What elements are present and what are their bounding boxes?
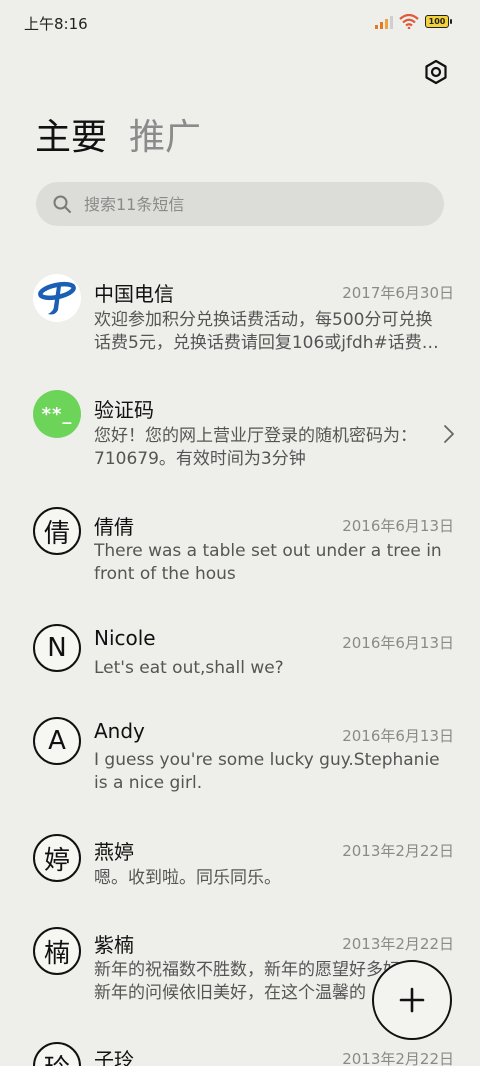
thread-date: 2016年6月13日 — [342, 727, 454, 745]
compose-button[interactable] — [372, 960, 452, 1040]
thread-item[interactable]: **_ 验证码 您好！您的网上营业厅登录的随机密码为：710679。有效时间为3… — [0, 388, 480, 488]
avatar: A — [33, 717, 81, 765]
thread-date: 2013年2月22日 — [342, 935, 454, 953]
settings-hex-icon — [425, 59, 447, 85]
battery-icon: 100 — [425, 15, 452, 28]
avatar-telecom-logo — [33, 274, 81, 322]
thread-item[interactable]: 婷 燕婷 2013年2月22日 嗯。收到啦。同乐同乐。 — [0, 832, 480, 912]
battery-label: 100 — [428, 17, 446, 26]
thread-item[interactable]: 倩 倩倩 2016年6月13日 There was a table set ou… — [0, 505, 480, 605]
thread-date: 2013年2月22日 — [342, 842, 454, 860]
thread-preview: 嗯。收到啦。同乐同乐。 — [94, 868, 281, 888]
thread-name: 燕婷 — [94, 840, 134, 864]
tab-promotions[interactable]: 推广 — [129, 112, 201, 164]
thread-name: Nicole — [94, 626, 156, 650]
thread-item[interactable]: 中国电信 2017年6月30日 欢迎参加积分兑换话费活动，每500分可兑换话费5… — [0, 272, 480, 372]
thread-preview: I guess you're some lucky guy.Stephanie … — [94, 750, 440, 793]
thread-date: 2013年2月22日 — [342, 1050, 454, 1066]
avatar: N — [33, 624, 81, 672]
thread-name: 子玲 — [94, 1048, 134, 1066]
search-input[interactable] — [82, 193, 406, 215]
thread-date: 2016年6月13日 — [342, 634, 454, 652]
thread-item[interactable]: 玲 子玲 2013年2月22日 — [0, 1040, 480, 1066]
chevron-right-icon[interactable] — [442, 424, 456, 444]
avatar-code: **_ — [33, 390, 81, 438]
telecom-logo-icon — [34, 275, 80, 321]
thread-name: 紫楠 — [94, 933, 134, 957]
tab-bar: 主要 推广 — [35, 112, 201, 164]
thread-preview: Let's eat out,shall we? — [94, 658, 284, 678]
plus-icon — [399, 987, 425, 1013]
search-icon — [53, 195, 71, 213]
thread-name: Andy — [94, 719, 145, 743]
thread-preview: 您好！您的网上营业厅登录的随机密码为：710679。有效时间为3分钟 — [94, 426, 417, 469]
thread-date: 2016年6月13日 — [342, 517, 454, 535]
thread-name: 验证码 — [94, 398, 154, 422]
avatar: 倩 — [33, 507, 81, 555]
thread-preview: 欢迎参加积分兑换话费活动，每500分可兑换话费5元，兑换话费请回复106或jfd… — [94, 310, 439, 353]
avatar: 玲 — [33, 1042, 81, 1066]
thread-item[interactable]: A Andy 2016年6月13日 I guess you're some lu… — [0, 715, 480, 815]
status-icons: 100 — [375, 14, 452, 29]
wifi-icon — [399, 14, 419, 29]
thread-name: 中国电信 — [94, 282, 174, 306]
tab-primary[interactable]: 主要 — [35, 112, 107, 164]
thread-preview: There was a table set out under a tree i… — [94, 541, 442, 584]
signal-icon — [375, 15, 393, 29]
thread-date: 2017年6月30日 — [342, 284, 454, 302]
thread-name: 倩倩 — [94, 515, 134, 539]
status-bar: 上午8:16 100 — [0, 0, 480, 46]
avatar: 楠 — [33, 927, 81, 975]
avatar: 婷 — [33, 834, 81, 882]
search-bar[interactable] — [36, 182, 444, 226]
thread-item[interactable]: N Nicole 2016年6月13日 Let's eat out,shall … — [0, 622, 480, 702]
status-time: 上午8:16 — [24, 15, 88, 33]
settings-button[interactable] — [420, 56, 452, 88]
